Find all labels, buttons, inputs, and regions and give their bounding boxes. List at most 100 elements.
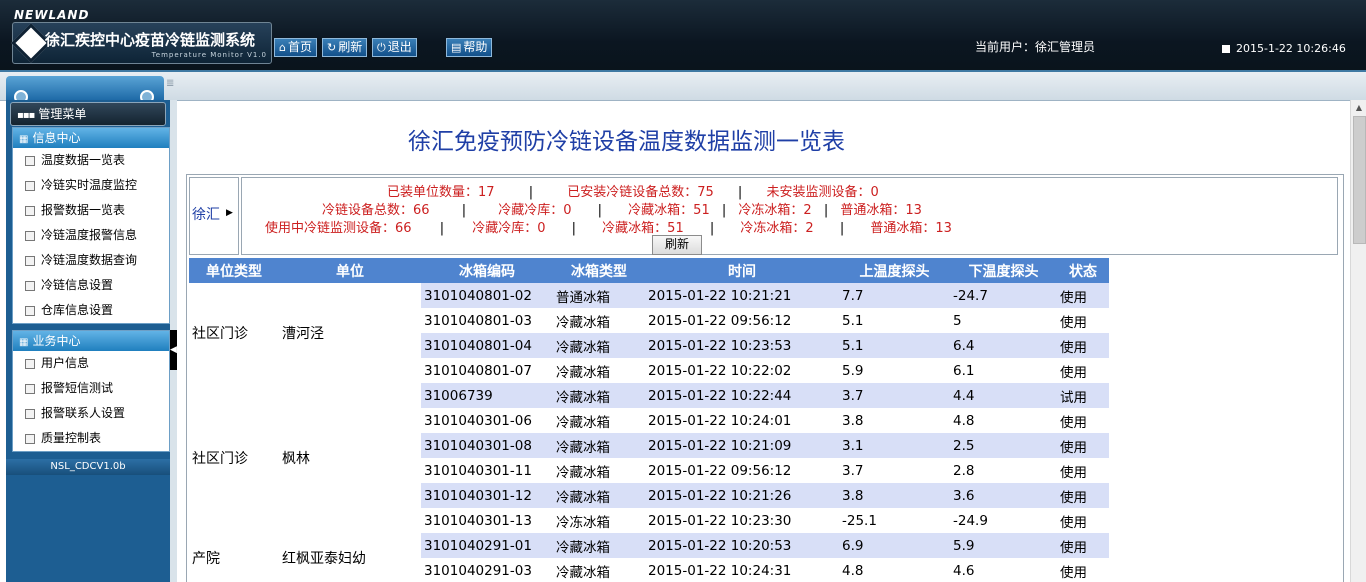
main-content: 徐汇免疫预防冷链设备温度数据监测一览表 徐汇 ▶ 已装单位数量：17 | 已安装… [178, 100, 1350, 582]
table-cell: 2015-01-22 10:21:21 [645, 283, 839, 308]
column-header[interactable]: 状态 [1057, 258, 1109, 283]
table-cell: 2015-01-22 10:24:31 [645, 558, 839, 582]
column-header[interactable]: 单位类型 [189, 258, 279, 283]
column-header[interactable]: 冰箱编码 [421, 258, 553, 283]
table-cell: 3101040801-03 [421, 308, 553, 333]
table-cell: 6.4 [950, 333, 1057, 358]
refresh-button[interactable]: ↻ 刷新 [322, 38, 368, 57]
document-icon [25, 155, 35, 166]
summary-panel: 已装单位数量：17 | 已安装冷链设备总数：75 | 未安装监测设备：0 冷链设… [241, 177, 1338, 255]
table-row[interactable]: 产院 红枫亚泰妇幼 3101040291-01 冷藏冰箱 2015-01-22 10:2… [189, 533, 1109, 582]
table-cell: 6.9 [839, 533, 950, 558]
scroll-up-icon[interactable]: ▲ [1351, 100, 1366, 116]
vertical-scrollbar[interactable]: ▲ [1350, 100, 1366, 582]
table-cell: 使用 [1057, 508, 1109, 533]
current-user: 当前用户：徐汇管理员 [975, 40, 1096, 54]
table-cell: 4.8 [950, 408, 1057, 433]
sidebar-item-temp-overview[interactable]: 温度数据一览表 [13, 148, 169, 173]
table-cell: 2015-01-22 10:23:30 [645, 508, 839, 533]
table-cell: 3.1 [839, 433, 950, 458]
sidebar-item-realtime-monitor[interactable]: 冷链实时温度监控 [13, 173, 169, 198]
table-cell: 3.8 [839, 408, 950, 433]
table-cell: 3101040801-04 [421, 333, 553, 358]
unit-cell: 漕河泾 [279, 283, 421, 383]
table-row[interactable]: 社区门诊 枫林 31006739 冷藏冰箱 2015-01-22 10:22:44 3.7… [189, 383, 1109, 533]
table-cell: 3.7 [839, 383, 950, 408]
document-icon [25, 230, 35, 241]
table-cell: 使用 [1057, 558, 1109, 582]
table-cell: 2015-01-22 10:24:01 [645, 408, 839, 433]
panel-header-info[interactable]: ▦ 信息中心 [13, 128, 169, 148]
table-cell: -24.7 [950, 283, 1057, 308]
table-cell: 2015-01-22 10:21:09 [645, 433, 839, 458]
table-cell: 31006739 [421, 383, 553, 408]
column-header[interactable]: 时间 [645, 258, 839, 283]
sidebar-item-alarm-overview[interactable]: 报警数据一览表 [13, 198, 169, 223]
table-cell: 冷藏冰箱 [553, 533, 645, 558]
table-cell: 5.1 [839, 333, 950, 358]
table-cell: 使用 [1057, 433, 1109, 458]
summary-refresh-button[interactable]: 刷新 [652, 235, 702, 255]
table-cell: 5.9 [839, 358, 950, 383]
clock-square-icon [1222, 45, 1230, 53]
brand-logo-text: NEWLAND [14, 8, 90, 22]
document-icon [25, 433, 35, 444]
sidebar-item-data-query[interactable]: 冷链温度数据查询 [13, 248, 169, 273]
panel-info-center: ▦ 信息中心 温度数据一览表 冷链实时温度监控 报警数据一览表 冷链温度报警信息 … [12, 127, 170, 324]
chevron-left-icon: ◀ [170, 345, 177, 355]
help-button[interactable]: ▤ 帮助 [446, 38, 493, 57]
column-header[interactable]: 下温度探头 [950, 258, 1057, 283]
sidebar-item-user-info[interactable]: 用户信息 [13, 351, 169, 376]
logout-button[interactable]: ⏻ 退出 [372, 38, 417, 57]
sidebar-item-sms-test[interactable]: 报警短信测试 [13, 376, 169, 401]
table-cell: 冷藏冰箱 [553, 308, 645, 333]
table-cell: 冷藏冰箱 [553, 458, 645, 483]
sidebar-item-alarm-contacts[interactable]: 报警联系人设置 [13, 401, 169, 426]
table-cell: 3101040301-06 [421, 408, 553, 433]
app-header: NEWLAND 徐汇疾控中心疫苗冷链监测系统 Temperature Monit… [0, 0, 1366, 72]
table-cell: 2015-01-22 09:56:12 [645, 308, 839, 333]
scrollbar-thumb[interactable] [1353, 116, 1366, 244]
table-cell: 3101040301-12 [421, 483, 553, 508]
table-cell: 3101040301-11 [421, 458, 553, 483]
monitor-frame: 徐汇 ▶ 已装单位数量：17 | 已安装冷链设备总数：75 | 未安装监测设备：… [186, 174, 1344, 582]
document-icon [25, 305, 35, 316]
home-button[interactable]: ⌂ 首页 [274, 38, 317, 57]
panel-business-center: ▦ 业务中心 用户信息 报警短信测试 报警联系人设置 质量控制表 [12, 330, 170, 452]
table-cell: 冷藏冰箱 [553, 383, 645, 408]
data-table-wrapper: 单位类型 单位 冰箱编码 冰箱类型 时间 上温度探头 下温度探头 状态 社区门诊… [189, 258, 1341, 582]
dept-selector[interactable]: 徐汇 ▶ [189, 177, 239, 255]
sidebar-item-warehouse-settings[interactable]: 仓库信息设置 [13, 298, 169, 323]
document-icon [25, 383, 35, 394]
table-cell: 4.4 [950, 383, 1057, 408]
column-header[interactable]: 冰箱类型 [553, 258, 645, 283]
system-logo: 徐汇疾控中心疫苗冷链监测系统 Temperature Monitor V1.0 [11, 22, 272, 64]
panel-header-business[interactable]: ▦ 业务中心 [13, 331, 169, 351]
dept-label: 徐汇 [192, 207, 220, 223]
table-cell: 3101040301-08 [421, 433, 553, 458]
refresh-icon: ↻ [327, 41, 337, 54]
help-icon: ▤ [451, 41, 462, 54]
table-cell: 4.8 [839, 558, 950, 582]
table-cell: 2015-01-22 10:22:02 [645, 358, 839, 383]
collapse-sidebar-button[interactable]: ◀ [170, 330, 177, 370]
table-cell: 试用 [1057, 383, 1109, 408]
table-cell: 冷冻冰箱 [553, 508, 645, 533]
column-header[interactable]: 单位 [279, 258, 421, 283]
table-cell: -24.9 [950, 508, 1057, 533]
sidebar-item-alarm-info[interactable]: 冷链温度报警信息 [13, 223, 169, 248]
table-cell: 5.9 [950, 533, 1057, 558]
document-icon [25, 358, 35, 369]
sidebar-item-coldchain-settings[interactable]: 冷链信息设置 [13, 273, 169, 298]
table-cell: 2.8 [950, 458, 1057, 483]
table-cell: 使用 [1057, 308, 1109, 333]
column-header[interactable]: 上温度探头 [839, 258, 950, 283]
table-cell: 5.1 [839, 308, 950, 333]
document-icon [25, 255, 35, 266]
system-subtitle: Temperature Monitor V1.0 [151, 51, 267, 59]
table-cell: 3101040801-07 [421, 358, 553, 383]
document-icon [25, 280, 35, 291]
sidebar: ▪▪▪ 管理菜单 ▦ 信息中心 温度数据一览表 冷链实时温度监控 报警数据一览表 冷… [6, 100, 170, 582]
table-row[interactable]: 社区门诊 漕河泾 3101040801-02 普通冰箱 2015-01-22 10:21… [189, 283, 1109, 383]
sidebar-item-quality-control[interactable]: 质量控制表 [13, 426, 169, 451]
